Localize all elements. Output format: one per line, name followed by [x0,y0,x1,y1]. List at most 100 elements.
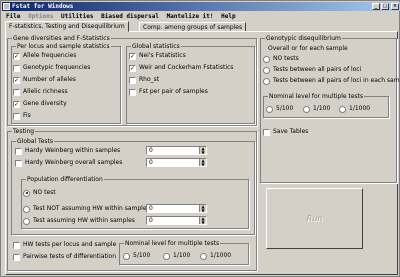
hw-within-spinner[interactable]: 0 ▲ ▼ [146,146,207,155]
checkbox[interactable]: ✓ [129,64,136,72]
checkbox[interactable] [15,147,22,155]
radio[interactable] [263,66,270,74]
menu-mantelize[interactable]: Mantelize it! [167,13,214,20]
nei-fstatistics-option[interactable]: ✓ Nei's Fstatistics [129,52,186,60]
radio[interactable] [263,55,270,63]
pop-diff-title: Population differentiation [26,176,104,183]
pop-diff-not-hw-radio[interactable]: Test NOT assuming HW within samples [23,205,150,213]
close-button[interactable]: × [391,3,399,10]
checkbox[interactable]: ✓ [129,52,136,60]
pop-diff-no-test-radio[interactable]: NO test [23,189,56,197]
spinner-arrows-icon[interactable]: ▲ ▼ [199,159,206,166]
radio[interactable] [123,252,130,260]
option-label: Gene diversity [23,100,67,107]
pop-diff-not-hw-spinner[interactable]: 0 ▲ ▼ [146,204,207,213]
spinner-value: 0 [149,159,153,166]
radio[interactable] [339,105,346,113]
minimize-button[interactable]: _ [372,3,380,10]
option-label: 1/1000 [349,105,371,112]
geno-nominal-title: Nominal level for multiple tests [268,93,365,100]
hw-within-option[interactable]: Hardy Weinberg within samples [15,147,120,155]
option-label: 5/100 [133,252,151,259]
hw-overall-spinner[interactable]: 0 ▲ ▼ [146,158,207,167]
radio[interactable] [266,105,273,113]
checkbox[interactable] [13,64,20,72]
checkbox[interactable]: ✓ [13,100,20,108]
option-label: Pairwise tests of differentiation [23,253,117,260]
pop-diff-hw-spinner[interactable]: 0 ▲ ▼ [146,216,207,225]
option-label: NO test [33,189,56,196]
pairwise-tests-option[interactable]: Pairwise tests of differentiation [13,253,116,261]
option-label: Hardy Weinberg overall samples [25,159,123,166]
testing-nominal-1-100[interactable]: 1/100 [163,252,190,260]
rho-st-option[interactable]: Rho_st [129,76,159,84]
window-title: Fstat for Windows [12,3,74,10]
radio[interactable] [200,252,207,260]
radio[interactable] [23,189,30,197]
testing-nominal-1-1000[interactable]: 1/1000 [200,252,231,260]
radio[interactable] [23,217,30,225]
spinner-arrows-icon[interactable]: ▲ ▼ [199,205,206,212]
testing-nominal-5-100[interactable]: 5/100 [123,252,150,260]
hw-tests-per-locus-option[interactable]: HW tests per locus and sample [13,241,116,249]
pop-diff-hw-radio[interactable]: Test assuming HW within samples [23,217,135,225]
checkbox[interactable]: ✓ [13,52,20,60]
menu-file[interactable]: File [6,13,20,20]
radio[interactable] [263,77,270,85]
option-label: Tests between all pairs of loci in each … [273,77,400,84]
testing-nominal-title: Nominal level for multiple tests [124,240,221,247]
spinner-value: 0 [149,217,153,224]
checkbox[interactable] [263,128,270,136]
overall-title: Overall or for each sample [267,45,349,52]
save-tables-option[interactable]: Save Tables [263,128,308,136]
option-label: NO tests [273,55,299,62]
tab-fstatistics[interactable]: F-statistics, Testing and Disequilibrium [5,21,129,32]
allelic-richness-option[interactable]: Allelic richness [13,88,68,96]
run-label: Run [306,214,323,223]
weir-cockerham-option[interactable]: ✓ Weir and Cockerham Fstatistics [129,64,233,72]
genotypic-title: Genotypic disequilibrium [265,35,342,42]
spinner-value: 0 [149,147,153,154]
option-label: Rho_st [139,76,160,83]
fst-pair-option[interactable]: Fst per pair of samples [129,88,208,96]
checkbox[interactable] [15,159,22,167]
gene-diversity-title: Gene diversities and F-Statistics [12,35,111,42]
option-label: Test assuming HW within samples [33,217,135,224]
maximize-button[interactable]: □ [381,3,389,10]
menu-help[interactable]: Help [221,13,235,20]
fis-option[interactable]: Fis [13,112,31,120]
number-of-alleles-option[interactable]: ✓ Number of alleles [13,76,76,84]
geno-nominal-1-100[interactable]: 1/100 [303,105,330,113]
spinner-arrows-icon[interactable]: ▲ ▼ [199,217,206,224]
option-label: Save Tables [273,128,309,135]
checkbox[interactable] [13,88,20,96]
radio[interactable] [163,252,170,260]
genotypic-frequencies-option[interactable]: Genotypic frequencies [13,64,90,72]
option-label: Test NOT assuming HW within samples [33,205,150,212]
tests-each-sample-radio[interactable]: Tests between all pairs of loci in each … [263,77,400,85]
geno-nominal-5-100[interactable]: 5/100 [266,105,293,113]
checkbox[interactable] [13,241,20,249]
checkbox[interactable]: ✓ [13,76,20,84]
hw-overall-option[interactable]: Hardy Weinberg overall samples [15,159,122,167]
checkbox[interactable] [13,112,20,120]
spinner-value: 0 [149,205,153,212]
option-label: Nei's Fstatistics [139,52,186,59]
checkbox[interactable] [129,88,136,96]
geno-nominal-1-1000[interactable]: 1/1000 [339,105,370,113]
radio[interactable] [23,205,30,213]
tests-all-pairs-radio[interactable]: Tests between all pairs of loci [263,66,361,74]
checkbox[interactable] [13,253,20,261]
no-tests-radio[interactable]: NO tests [263,55,299,63]
gene-diversity-option[interactable]: ✓ Gene diversity [13,100,67,108]
spinner-arrows-icon[interactable]: ▲ ▼ [199,147,206,154]
allele-frequencies-option[interactable]: ✓ Allele frequencies [13,52,76,60]
run-button[interactable]: Run [266,188,363,249]
option-label: Genotypic frequencies [23,64,91,71]
menu-utilities[interactable]: Utilities [61,13,94,20]
radio[interactable] [303,105,310,113]
option-label: Allele frequencies [23,52,77,59]
menu-biased-dispersal[interactable]: Biased dispersal [101,13,159,20]
checkbox[interactable] [129,76,136,84]
title-bar: Fstat for Windows _ □ × [2,2,400,11]
